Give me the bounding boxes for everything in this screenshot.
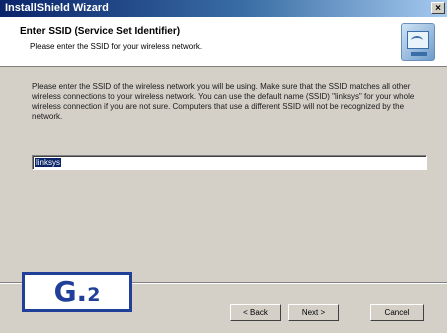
- ssid-input[interactable]: linksys: [32, 155, 427, 170]
- ssid-input-value: linksys: [35, 158, 62, 167]
- cancel-button-label: Cancel: [384, 308, 410, 317]
- next-button-label: Next >: [301, 308, 326, 317]
- cancel-button[interactable]: Cancel: [370, 304, 424, 321]
- wireless-network-icon: [401, 23, 435, 61]
- instructions-text: Please enter the SSID of the wireless ne…: [32, 82, 415, 121]
- close-icon: ×: [435, 3, 441, 14]
- window-title: InstallShield Wizard: [5, 2, 109, 14]
- next-button[interactable]: Next >: [288, 304, 339, 321]
- step-badge: G.2: [22, 272, 132, 312]
- back-button-label: < Back: [243, 308, 268, 317]
- step-badge-number: 2: [87, 284, 101, 306]
- title-bar: InstallShield Wizard ×: [0, 0, 447, 17]
- installshield-wizard-window: InstallShield Wizard × Enter SSID (Servi…: [0, 0, 447, 333]
- back-button[interactable]: < Back: [230, 304, 281, 321]
- step-badge-letter: G.: [53, 275, 88, 308]
- wizard-header: Enter SSID (Service Set Identifier) Plea…: [0, 17, 447, 67]
- close-button[interactable]: ×: [431, 2, 445, 14]
- page-title: Enter SSID (Service Set Identifier): [20, 26, 181, 37]
- page-subtitle: Please enter the SSID for your wireless …: [30, 42, 203, 51]
